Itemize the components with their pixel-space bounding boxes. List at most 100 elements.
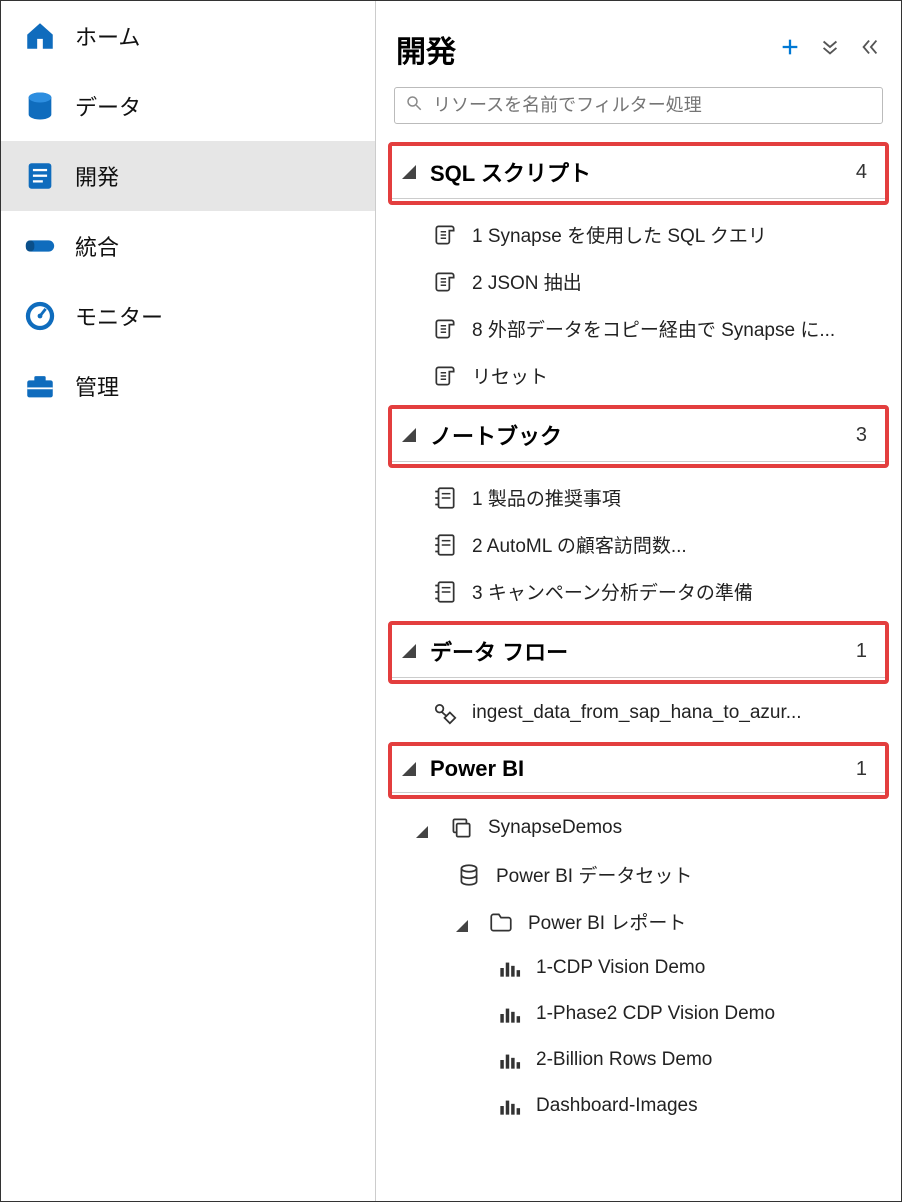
divider bbox=[392, 461, 885, 462]
notebook-item-2-label: 2 AutoML の顧客訪問数... bbox=[472, 531, 687, 558]
nav-home[interactable]: ホーム bbox=[1, 1, 375, 71]
report-item-3[interactable]: 2-Billion Rows Demo bbox=[376, 1037, 901, 1083]
home-icon bbox=[23, 19, 57, 53]
sql-item-3[interactable]: 8 外部データをコピー経由で Synapse に... bbox=[376, 305, 901, 352]
powerbi-reports-folder[interactable]: Power BI レポート bbox=[376, 898, 901, 945]
barchart-icon bbox=[496, 1093, 522, 1119]
section-sql-header[interactable]: SQL スクリプト 4 bbox=[392, 148, 885, 196]
toolbar-clipped: Publish all Validate all Refresh bbox=[376, 1, 901, 13]
section-dataflow: データ フロー 1 bbox=[388, 621, 889, 684]
report-item-3-label: 2-Billion Rows Demo bbox=[536, 1049, 712, 1071]
expand-all-button[interactable] bbox=[819, 36, 841, 63]
section-dataflow-label: データ フロー bbox=[430, 635, 856, 667]
folder-icon bbox=[488, 909, 514, 935]
dataflow-item-1-label: ingest_data_from_sap_hana_to_azur... bbox=[472, 702, 802, 724]
sql-item-2[interactable]: 2 JSON 抽出 bbox=[376, 258, 901, 305]
nav-manage[interactable]: 管理 bbox=[1, 351, 375, 421]
nav-data-label: データ bbox=[75, 90, 141, 122]
nav-develop[interactable]: 開発 bbox=[1, 141, 375, 211]
script-icon bbox=[432, 269, 458, 295]
nav-develop-label: 開発 bbox=[75, 160, 119, 192]
section-notebooks-header[interactable]: ノートブック 3 bbox=[392, 411, 885, 459]
report-item-4-label: Dashboard-Images bbox=[536, 1095, 698, 1117]
left-nav: ホーム データ 開発 統合 モニター 管理 bbox=[1, 1, 376, 1201]
barchart-icon bbox=[496, 1001, 522, 1027]
notebook-item-1[interactable]: 1 製品の推奨事項 bbox=[376, 474, 901, 521]
panel-title: 開発 bbox=[396, 27, 456, 71]
add-resource-button[interactable] bbox=[779, 36, 801, 63]
dataset-icon bbox=[456, 862, 482, 888]
section-notebooks-count: 3 bbox=[856, 424, 867, 447]
develop-icon bbox=[23, 159, 57, 193]
nav-home-label: ホーム bbox=[75, 20, 140, 52]
notebook-icon bbox=[432, 532, 458, 558]
data-icon bbox=[23, 89, 57, 123]
sql-item-3-label: 8 外部データをコピー経由で Synapse に... bbox=[472, 315, 835, 342]
manage-icon bbox=[23, 369, 57, 403]
report-item-1-label: 1-CDP Vision Demo bbox=[536, 957, 705, 979]
notebook-item-2[interactable]: 2 AutoML の顧客訪問数... bbox=[376, 521, 901, 568]
integrate-icon bbox=[23, 229, 57, 263]
panel-header-actions bbox=[779, 36, 881, 63]
report-item-2[interactable]: 1-Phase2 CDP Vision Demo bbox=[376, 991, 901, 1037]
dataflow-item-1[interactable]: ingest_data_from_sap_hana_to_azur... bbox=[376, 690, 901, 736]
dataflow-icon bbox=[432, 700, 458, 726]
develop-panel: Publish all Validate all Refresh 開発 SQL … bbox=[376, 1, 901, 1201]
notebook-item-3-label: 3 キャンペーン分析データの準備 bbox=[472, 578, 753, 605]
sql-item-1[interactable]: 1 Synapse を使用した SQL クエリ bbox=[376, 211, 901, 258]
nav-manage-label: 管理 bbox=[75, 370, 119, 402]
search-icon bbox=[405, 94, 423, 117]
caret-expanded-icon bbox=[402, 428, 416, 442]
report-item-2-label: 1-Phase2 CDP Vision Demo bbox=[536, 1003, 775, 1025]
barchart-icon bbox=[496, 955, 522, 981]
powerbi-datasets[interactable]: Power BI データセット bbox=[376, 851, 901, 898]
report-item-1[interactable]: 1-CDP Vision Demo bbox=[376, 945, 901, 991]
refresh-label: Refresh bbox=[705, 1, 768, 3]
panel-header: 開発 bbox=[376, 13, 901, 81]
nav-data[interactable]: データ bbox=[1, 71, 375, 141]
caret-expanded-icon bbox=[456, 916, 468, 928]
caret-expanded-icon bbox=[402, 762, 416, 776]
script-icon bbox=[432, 316, 458, 342]
resource-tree: SQL スクリプト 4 1 Synapse を使用した SQL クエリ 2 JS… bbox=[376, 136, 901, 1201]
validate-all-label: Validate all bbox=[558, 1, 645, 3]
section-sql-scripts: SQL スクリプト 4 bbox=[388, 142, 889, 205]
section-sql-label: SQL スクリプト bbox=[430, 156, 856, 188]
barchart-icon bbox=[496, 1047, 522, 1073]
divider bbox=[392, 792, 885, 793]
divider bbox=[392, 198, 885, 199]
publish-all-label: Publish all bbox=[416, 1, 498, 3]
sql-item-2-label: 2 JSON 抽出 bbox=[472, 268, 582, 295]
section-powerbi-header[interactable]: Power BI 1 bbox=[392, 748, 885, 790]
nav-monitor-label: モニター bbox=[75, 300, 163, 332]
filter-input[interactable] bbox=[433, 95, 872, 116]
notebook-item-1-label: 1 製品の推奨事項 bbox=[472, 484, 621, 511]
script-icon bbox=[432, 363, 458, 389]
powerbi-datasets-label: Power BI データセット bbox=[496, 861, 692, 888]
section-notebooks-label: ノートブック bbox=[430, 419, 856, 451]
notebook-item-3[interactable]: 3 キャンペーン分析データの準備 bbox=[376, 568, 901, 615]
powerbi-reports-label: Power BI レポート bbox=[528, 908, 686, 935]
report-item-4[interactable]: Dashboard-Images bbox=[376, 1083, 901, 1129]
section-powerbi-count: 1 bbox=[856, 758, 867, 781]
notebook-icon bbox=[432, 485, 458, 511]
section-dataflow-header[interactable]: データ フロー 1 bbox=[392, 627, 885, 675]
powerbi-workspace[interactable]: SynapseDemos bbox=[376, 805, 901, 851]
section-dataflow-count: 1 bbox=[856, 640, 867, 663]
filter-box[interactable] bbox=[394, 87, 883, 124]
notebook-icon bbox=[432, 579, 458, 605]
section-sql-count: 4 bbox=[856, 161, 867, 184]
nav-monitor[interactable]: モニター bbox=[1, 281, 375, 351]
nav-integrate[interactable]: 統合 bbox=[1, 211, 375, 281]
script-icon bbox=[432, 222, 458, 248]
section-powerbi: Power BI 1 bbox=[388, 742, 889, 799]
caret-expanded-icon bbox=[402, 644, 416, 658]
caret-expanded-icon bbox=[402, 165, 416, 179]
caret-expanded-icon bbox=[416, 822, 428, 834]
section-notebooks: ノートブック 3 bbox=[388, 405, 889, 468]
nav-integrate-label: 統合 bbox=[75, 230, 119, 262]
collapse-panel-button[interactable] bbox=[859, 36, 881, 63]
section-powerbi-label: Power BI bbox=[430, 756, 856, 782]
sql-item-4-label: リセット bbox=[472, 362, 548, 389]
sql-item-4[interactable]: リセット bbox=[376, 352, 901, 399]
